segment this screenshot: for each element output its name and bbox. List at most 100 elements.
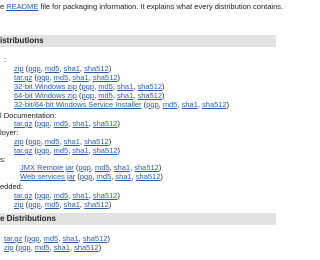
signature-link-md5[interactable]: md5 (95, 163, 110, 172)
download-row: Web services jar (pgp, md5, sha1, sha512… (20, 172, 163, 181)
download-link[interactable]: tar.gz (14, 73, 32, 82)
paren-close: ) (162, 91, 165, 100)
download-link[interactable]: JMX Remote jar (20, 163, 74, 172)
signature-link-md5[interactable]: md5 (54, 146, 69, 155)
download-row: zip (pgp, md5, sha1, sha512) (14, 137, 111, 146)
signature-link-pgp[interactable]: pgp (78, 163, 91, 172)
download-row: zip (pgp, md5, sha1, sha512) (4, 243, 101, 252)
signature-link-pgp[interactable]: pgp (37, 191, 50, 200)
download-row: tar.gz (pgp, md5, sha1, sha512) (14, 191, 120, 200)
readme-intro: e README file for packaging information.… (0, 2, 283, 11)
signature-link-sha1[interactable]: sha1 (64, 64, 80, 73)
embedded-label: edded: (0, 182, 23, 191)
signature-link-sha512[interactable]: sha512 (136, 172, 161, 181)
signature-link-sha512[interactable]: sha512 (84, 200, 109, 209)
signature-link-sha1[interactable]: sha1 (117, 82, 133, 91)
signature-link-sha512[interactable]: sha512 (83, 234, 108, 243)
extras-label: s: (0, 155, 6, 164)
signature-link-sha512[interactable]: sha512 (202, 100, 227, 109)
source-distributions-title: e Distributions (0, 214, 57, 223)
download-link[interactable]: zip (4, 243, 14, 252)
download-row: tar.gz (pgp, md5, sha1, sha512) (14, 146, 120, 155)
signature-link-pgp[interactable]: pgp (37, 73, 50, 82)
signature-link-sha1[interactable]: sha1 (72, 119, 88, 128)
signature-link-sha1[interactable]: sha1 (117, 91, 133, 100)
signature-link-sha512[interactable]: sha512 (84, 137, 109, 146)
download-link[interactable]: tar.gz (14, 146, 32, 155)
intro-suffix: file for packaging information. It expla… (38, 2, 284, 11)
signature-link-md5[interactable]: md5 (45, 200, 60, 209)
signature-link-md5[interactable]: md5 (54, 73, 69, 82)
signature-link-md5[interactable]: md5 (35, 243, 50, 252)
signature-link-sha1[interactable]: sha1 (72, 146, 88, 155)
download-link[interactable]: 32-bit Windows zip (14, 82, 77, 91)
signature-link-sha1[interactable]: sha1 (64, 200, 80, 209)
download-row: zip (pgp, md5, sha1, sha512) (14, 200, 111, 209)
paren-close: ) (107, 234, 110, 243)
signature-link-pgp[interactable]: pgp (82, 82, 95, 91)
signature-link-sha512[interactable]: sha512 (93, 191, 118, 200)
deployer-label: loyer: (0, 128, 19, 137)
signature-link-sha1[interactable]: sha1 (182, 100, 198, 109)
signature-link-sha1[interactable]: sha1 (62, 234, 78, 243)
download-link[interactable]: Web services jar (20, 172, 75, 181)
paren-close: ) (98, 243, 102, 252)
signature-link-pgp[interactable]: pgp (28, 200, 41, 209)
download-row: 32-bit/64-bit Windows Service Installer … (14, 100, 229, 109)
signature-link-sha1[interactable]: sha1 (64, 137, 80, 146)
signature-link-pgp[interactable]: pgp (27, 234, 40, 243)
signature-link-md5[interactable]: md5 (45, 64, 60, 73)
binary-distributions-title: istributions (0, 36, 44, 45)
signature-link-sha1[interactable]: sha1 (114, 163, 130, 172)
signature-link-sha1[interactable]: sha1 (54, 243, 70, 252)
paren-close: ) (162, 82, 165, 91)
download-link[interactable]: tar.gz (4, 234, 22, 243)
signature-link-sha512[interactable]: sha512 (84, 64, 109, 73)
download-link[interactable]: 64-bit Windows zip (14, 91, 77, 100)
signature-link-sha1[interactable]: sha1 (72, 73, 88, 82)
signature-link-pgp[interactable]: pgp (37, 146, 50, 155)
signature-link-sha512[interactable]: sha512 (93, 119, 118, 128)
download-link[interactable]: tar.gz (14, 119, 32, 128)
signature-link-md5[interactable]: md5 (45, 137, 60, 146)
signature-link-sha1[interactable]: sha1 (115, 172, 131, 181)
paren-close: ) (117, 191, 120, 200)
readme-link[interactable]: README (6, 2, 38, 11)
signature-link-md5[interactable]: md5 (44, 234, 59, 243)
signature-link-sha512[interactable]: sha512 (93, 73, 118, 82)
signature-link-pgp[interactable]: pgp (80, 172, 93, 181)
signature-link-md5[interactable]: md5 (98, 91, 113, 100)
signature-link-md5[interactable]: md5 (54, 191, 69, 200)
download-row: 32-bit Windows zip (pgp, md5, sha1, sha5… (14, 82, 165, 91)
download-row: 64-bit Windows zip (pgp, md5, sha1, sha5… (14, 91, 165, 100)
download-row: tar.gz (pgp, md5, sha1, sha512) (14, 119, 120, 128)
paren-close: ) (108, 137, 112, 146)
core-label: : (4, 55, 7, 64)
paren-close: ) (158, 163, 162, 172)
download-link[interactable]: zip (14, 137, 24, 146)
signature-link-pgp[interactable]: pgp (146, 100, 159, 109)
signature-link-pgp[interactable]: pgp (37, 119, 50, 128)
signature-link-pgp[interactable]: pgp (28, 137, 41, 146)
download-link[interactable]: tar.gz (14, 191, 32, 200)
signature-link-md5[interactable]: md5 (97, 172, 112, 181)
signature-link-pgp[interactable]: pgp (18, 243, 31, 252)
signature-link-pgp[interactable]: pgp (28, 64, 41, 73)
signature-link-sha1[interactable]: sha1 (72, 191, 88, 200)
download-link[interactable]: 32-bit/64-bit Windows Service Installer (14, 100, 142, 109)
paren-close: ) (117, 73, 120, 82)
signature-link-md5[interactable]: md5 (98, 82, 113, 91)
paren-close: ) (108, 64, 112, 73)
signature-link-md5[interactable]: md5 (54, 119, 69, 128)
signature-link-sha512[interactable]: sha512 (137, 82, 162, 91)
signature-link-pgp[interactable]: pgp (82, 91, 95, 100)
signature-link-sha512[interactable]: sha512 (134, 163, 159, 172)
download-link[interactable]: zip (14, 64, 24, 73)
signature-link-md5[interactable]: md5 (163, 100, 178, 109)
paren-close: ) (117, 146, 120, 155)
paren-close: ) (160, 172, 163, 181)
signature-link-sha512[interactable]: sha512 (93, 146, 118, 155)
signature-link-sha512[interactable]: sha512 (137, 91, 162, 100)
download-link[interactable]: zip (14, 200, 24, 209)
signature-link-sha512[interactable]: sha512 (74, 243, 99, 252)
